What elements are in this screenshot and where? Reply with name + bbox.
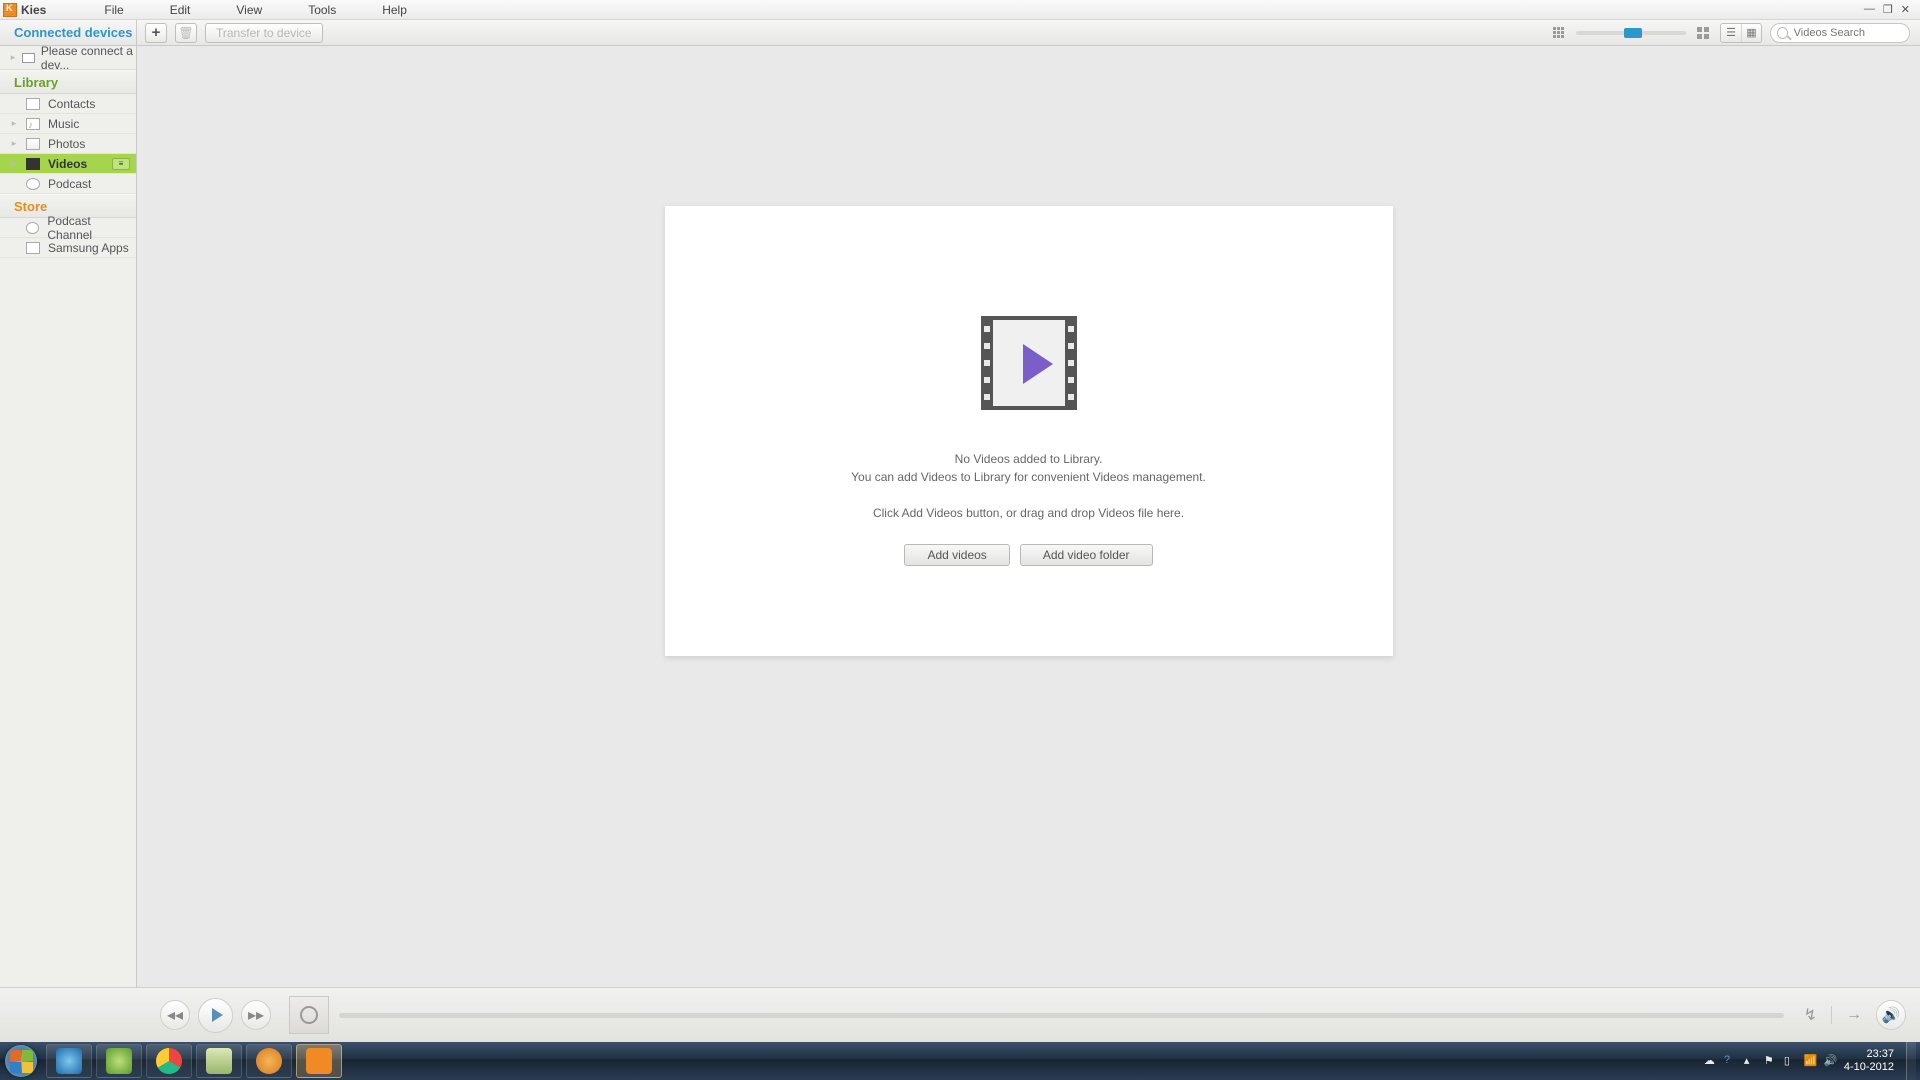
expand-icon[interactable]: ▸ [10,118,18,129]
expand-icon[interactable]: ▸ [10,138,18,149]
sidebar-item-label: Samsung Apps [48,241,129,255]
sidebar-item-podcast-channel[interactable]: Podcast Channel [0,218,136,238]
search-icon [1777,27,1788,39]
taskbar-ie[interactable] [46,1044,92,1078]
videos-icon [26,158,40,170]
player-bar: ◂◂ ▸▸ ↯ → 🔊 [0,987,1920,1042]
main-area: No Videos added to Library. You can add … [137,46,1920,987]
sidebar-section-library: Library [0,70,136,94]
menu-edit[interactable]: Edit [170,3,191,17]
device-prompt-label: Please connect a dev... [41,44,136,72]
menu-file[interactable]: File [104,3,123,17]
tray-date: 4-10-2012 [1844,1061,1894,1074]
sidebar: ▸ Please connect a dev... Library Contac… [0,46,137,987]
sidebar-item-label: Photos [48,137,85,151]
sidebar-item-photos[interactable]: ▸ Photos [0,134,136,154]
maximize-button[interactable]: ❐ [1883,3,1893,16]
separator [1831,1006,1832,1024]
prev-button[interactable]: ◂◂ [160,1000,190,1030]
seek-slider[interactable] [339,1013,1784,1018]
next-button[interactable]: ▸▸ [241,1000,271,1030]
taskbar-msn[interactable] [96,1044,142,1078]
empty-state-panel: No Videos added to Library. You can add … [665,206,1393,656]
titlebar: Kies File Edit View Tools Help — ❐ ✕ [0,0,1920,19]
music-icon [26,118,40,130]
view-mode-group: ☰ ▦ [1720,23,1762,43]
connected-devices-label: Connected devices [0,20,137,45]
volume-button[interactable]: 🔊 [1876,1000,1906,1030]
sidebar-device-prompt[interactable]: ▸ Please connect a dev... [0,46,136,70]
now-playing-thumbnail [289,996,329,1034]
tray-flag-icon[interactable]: ⚑ [1764,1054,1778,1068]
menu-help[interactable]: Help [382,3,407,17]
sidebar-item-label: Contacts [48,97,95,111]
app-name: Kies [21,3,46,17]
system-tray: ☁ ? ▴ ⚑ ▯ 📶 🔊 23:37 4-10-2012 [1704,1042,1920,1080]
expand-icon: ▸ [10,52,16,63]
thumbnail-size-slider[interactable] [1576,31,1686,35]
tray-weather-icon[interactable]: ☁ [1704,1054,1718,1068]
podcast-icon [26,178,40,190]
view-list-button[interactable]: ☰ [1721,24,1741,42]
photos-icon [26,138,40,150]
expand-icon[interactable]: ▸ [10,158,18,169]
play-triangle-icon [1023,344,1053,384]
empty-line1: No Videos added to Library. [665,450,1393,468]
taskbar-kies[interactable] [296,1044,342,1078]
sidebar-item-videos[interactable]: ▸ Videos ≡ [0,154,136,174]
delete-button[interactable]: 🗑 [175,23,197,43]
add-button[interactable]: + [145,23,167,43]
app-icon [3,3,17,17]
taskbar-mediaplayer[interactable] [246,1044,292,1078]
tray-battery-icon[interactable]: ▯ [1784,1054,1798,1068]
taskbar-chrome[interactable] [146,1044,192,1078]
menu-view[interactable]: View [236,3,262,17]
contacts-icon [26,98,40,110]
sidebar-item-label: Videos [48,157,87,171]
reel-icon [300,1006,318,1024]
shuffle-button[interactable]: ↯ [1804,1005,1817,1025]
sidebar-item-label: Podcast Channel [47,214,136,242]
add-video-folder-button[interactable]: Add video folder [1020,544,1153,566]
tray-volume-icon[interactable]: 🔊 [1824,1054,1838,1068]
menu-bar: File Edit View Tools Help [104,3,407,17]
transfer-to-device-button[interactable]: Transfer to device [205,23,323,43]
sidebar-item-music[interactable]: ▸ Music [0,114,136,134]
samsung-apps-icon [26,242,40,254]
play-button[interactable] [198,998,233,1033]
thumb-large-icon[interactable] [1694,24,1712,42]
minimize-button[interactable]: — [1864,3,1875,16]
playlist-icon[interactable]: ≡ [112,158,130,170]
device-icon [22,53,35,63]
empty-line2: You can add Videos to Library for conven… [665,468,1393,486]
start-button[interactable] [0,1042,42,1080]
tray-network-icon[interactable]: 📶 [1804,1054,1818,1068]
sidebar-item-samsung-apps[interactable]: Samsung Apps [0,238,136,258]
windows-taskbar: ☁ ? ▴ ⚑ ▯ 📶 🔊 23:37 4-10-2012 [0,1042,1920,1080]
show-desktop-button[interactable] [1906,1042,1916,1080]
tray-time: 23:37 [1844,1048,1894,1061]
sidebar-item-podcast[interactable]: Podcast [0,174,136,194]
tray-chevron-icon[interactable]: ▴ [1744,1054,1758,1068]
view-grid-button[interactable]: ▦ [1741,24,1761,42]
sidebar-item-label: Podcast [48,177,91,191]
empty-line3: Click Add Videos button, or drag and dro… [665,504,1393,522]
sidebar-item-label: Music [48,117,79,131]
sidebar-item-contacts[interactable]: Contacts [0,94,136,114]
thumb-small-icon[interactable] [1550,24,1568,42]
add-videos-button[interactable]: Add videos [904,544,1009,566]
menu-tools[interactable]: Tools [308,3,336,17]
taskbar-explorer[interactable] [196,1044,242,1078]
film-icon [981,316,1077,410]
search-input[interactable] [1794,27,1903,39]
toolbar: Connected devices + 🗑 Transfer to device… [0,19,1920,46]
close-button[interactable]: ✕ [1901,3,1910,16]
tray-help-icon[interactable]: ? [1724,1054,1738,1068]
repeat-button[interactable]: → [1846,1006,1862,1024]
tray-clock[interactable]: 23:37 4-10-2012 [1844,1048,1900,1073]
search-box[interactable] [1770,23,1910,43]
podcast-channel-icon [26,222,40,234]
